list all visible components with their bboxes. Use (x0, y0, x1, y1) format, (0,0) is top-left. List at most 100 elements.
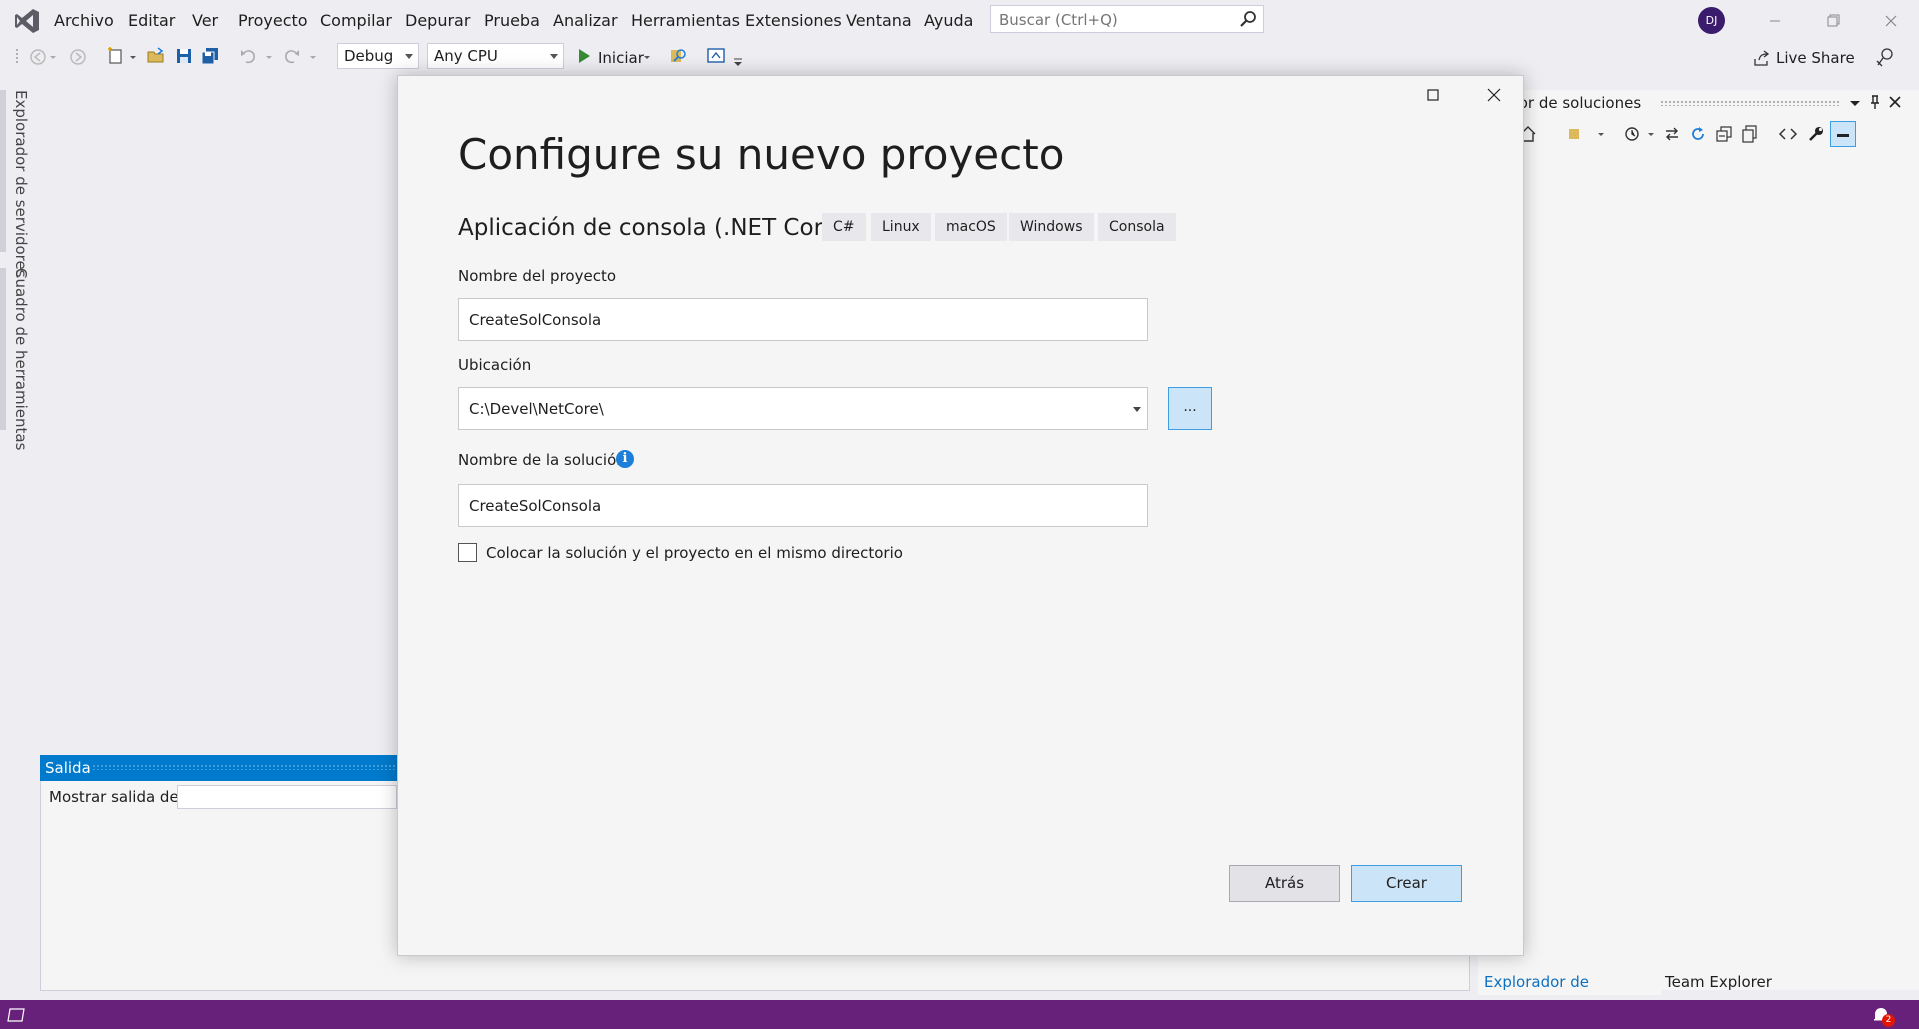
chevron-down-icon (550, 54, 558, 59)
start-button[interactable]: Iniciar (598, 45, 644, 71)
dialog-close-icon[interactable] (1481, 82, 1507, 108)
back-button[interactable]: Atrás (1229, 865, 1340, 902)
undo-dropdown-icon[interactable] (264, 47, 274, 67)
same-directory-checkbox[interactable] (458, 543, 477, 562)
search-input[interactable] (997, 9, 1231, 31)
location-label: Ubicación (458, 356, 532, 374)
menu-ayuda[interactable]: Ayuda (924, 0, 973, 42)
solution-name-field[interactable] (458, 484, 1148, 527)
solution-name-input[interactable] (469, 496, 1119, 516)
panel-options-dropdown-icon[interactable] (1848, 96, 1862, 110)
search-icon[interactable] (1239, 10, 1257, 28)
menu-extensiones[interactable]: Extensiones (745, 0, 842, 42)
toolbar-overflow-icon[interactable] (732, 50, 744, 70)
solution-name-label: Nombre de la solución (458, 451, 626, 469)
open-icon[interactable] (146, 46, 166, 66)
preview-icon (1837, 134, 1849, 137)
collapse-all-icon[interactable] (1714, 124, 1734, 144)
configuration-select[interactable]: Debug (337, 43, 419, 69)
solution-explorer-panel (1478, 90, 1919, 990)
menu-herramientas[interactable]: Herramientas (631, 0, 740, 42)
dialog-title: Configure su nuevo proyecto (458, 130, 1065, 179)
status-bar-window-icon (7, 1008, 25, 1022)
project-name-input[interactable] (469, 310, 1119, 330)
solution-explorer-grip (1660, 100, 1840, 106)
server-explorer-tab-bar (0, 90, 6, 252)
status-bar (0, 1000, 1919, 1029)
solution-switch-icon[interactable] (1568, 124, 1582, 144)
save-all-icon[interactable] (200, 46, 220, 66)
minimize-icon[interactable] (1757, 8, 1793, 34)
menu-ver[interactable]: Ver (192, 0, 218, 42)
forward-icon[interactable] (68, 47, 88, 67)
close-icon[interactable] (1873, 8, 1909, 34)
create-button[interactable]: Crear (1351, 865, 1462, 902)
find-in-files-icon[interactable] (668, 46, 688, 66)
back-icon[interactable] (28, 47, 48, 67)
menu-ventana[interactable]: Ventana (846, 0, 912, 42)
play-icon[interactable] (574, 46, 594, 66)
tab-team-explorer[interactable]: Team Explorer (1659, 969, 1778, 995)
platform-value: Any CPU (434, 47, 498, 65)
close-panel-icon[interactable] (1888, 95, 1902, 109)
tag-platform-windows: Windows (1009, 213, 1094, 241)
refresh-icon[interactable] (1688, 124, 1708, 144)
browser-link-icon[interactable] (706, 46, 726, 66)
restore-icon[interactable] (1815, 8, 1851, 34)
tag-platform-linux: Linux (871, 213, 931, 241)
browse-location-button[interactable]: ... (1168, 387, 1212, 430)
location-combobox[interactable] (458, 387, 1148, 430)
tag-platform-macos: macOS (935, 213, 1007, 241)
live-share-button[interactable]: Live Share (1752, 45, 1855, 71)
filter-dropdown-icon[interactable] (1646, 124, 1656, 144)
toolbox-tab-bar (0, 268, 6, 430)
save-icon[interactable] (174, 46, 194, 66)
toolbox-tab[interactable]: Cuadro de herramientas (12, 268, 30, 450)
undo-icon[interactable] (238, 46, 258, 66)
chevron-down-icon (405, 54, 413, 59)
platform-select[interactable]: Any CPU (427, 43, 564, 69)
show-output-select[interactable] (177, 785, 397, 809)
project-name-label: Nombre del proyecto (458, 267, 616, 285)
show-all-files-icon[interactable] (1740, 124, 1760, 144)
notification-count-badge: 2 (1882, 1014, 1895, 1027)
redo-dropdown-icon[interactable] (308, 47, 318, 67)
menu-editar[interactable]: Editar (128, 0, 175, 42)
new-project-icon[interactable] (106, 46, 126, 66)
server-explorer-tab[interactable]: Explorador de servidores (12, 90, 30, 278)
menu-prueba[interactable]: Prueba (484, 0, 540, 42)
tab-solution-explorer[interactable]: Explorador de soluciones (1478, 969, 1661, 1017)
tag-project-type: Consola (1098, 213, 1176, 241)
back-dropdown-icon[interactable] (48, 47, 58, 67)
configuration-value: Debug (344, 47, 394, 65)
chevron-down-icon[interactable] (1133, 407, 1141, 412)
tag-language: C# (822, 213, 866, 241)
project-name-field[interactable] (458, 298, 1148, 341)
location-input[interactable] (469, 399, 1119, 419)
menu-archivo[interactable]: Archivo (54, 0, 114, 42)
pin-icon[interactable] (1868, 94, 1882, 110)
visual-studio-logo-icon (15, 9, 39, 33)
template-name: Aplicación de consola (.NET Core) (458, 215, 846, 241)
pending-changes-filter-icon[interactable] (1622, 124, 1642, 144)
switch-dropdown-icon[interactable] (1596, 124, 1606, 144)
search-box[interactable] (990, 5, 1264, 33)
maximize-icon[interactable] (1420, 82, 1446, 108)
menu-depurar[interactable]: Depurar (405, 0, 470, 42)
info-icon[interactable]: i (616, 450, 634, 468)
sync-active-document-icon[interactable] (1662, 124, 1682, 144)
preview-selected-items-button[interactable] (1830, 121, 1856, 147)
menu-compilar[interactable]: Compilar (320, 0, 392, 42)
feedback-icon[interactable] (1874, 47, 1896, 69)
menu-proyecto[interactable]: Proyecto (238, 0, 308, 42)
show-output-label: Mostrar salida de: (49, 788, 184, 806)
same-directory-label[interactable]: Colocar la solución y el proyecto en el … (486, 542, 903, 564)
start-dropdown-icon[interactable] (642, 47, 652, 67)
view-code-icon[interactable] (1778, 124, 1798, 144)
new-dropdown-icon[interactable] (128, 47, 138, 67)
user-avatar[interactable]: DJ (1698, 7, 1725, 34)
redo-icon[interactable] (282, 46, 302, 66)
toolbar-grip-icon (16, 49, 18, 63)
properties-wrench-icon[interactable] (1806, 124, 1826, 144)
menu-analizar[interactable]: Analizar (553, 0, 618, 42)
